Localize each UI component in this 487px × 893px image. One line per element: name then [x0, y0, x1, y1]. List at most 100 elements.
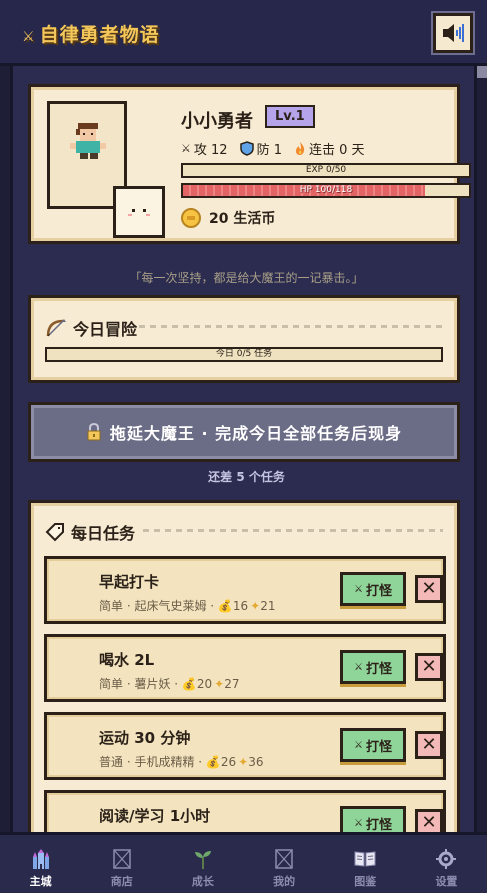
motto-quote: 「每一次坚持，都是给大魔王的一记暴击。」	[129, 271, 364, 285]
task-details: 简单 · 起床气史莱姆 · 💰16 ✦21	[99, 597, 275, 614]
fight-button[interactable]: ⚔ 打怪	[340, 806, 406, 832]
task-gold-reward: 16	[232, 599, 249, 613]
close-icon: ✕	[421, 812, 437, 832]
bow-icon	[46, 319, 66, 337]
coin-balance: 20 生活币	[181, 208, 275, 228]
level-badge: Lv.1	[265, 105, 315, 128]
task-meta: 普通 · 手机成精精 ·	[99, 755, 206, 769]
sword-icon: ⚔	[354, 817, 363, 829]
close-icon: ✕	[421, 734, 437, 755]
boss-label: 拖延大魔王 · 完成今日全部任务后现身	[109, 424, 403, 443]
speaker-icon	[443, 24, 464, 42]
close-icon: ✕	[421, 578, 437, 599]
streak-stat: 连击 0 天	[294, 139, 365, 158]
sword-icon: ⚔	[354, 583, 363, 595]
nav-item-shop[interactable]: 商店	[81, 835, 162, 893]
fight-button-label: 打怪	[365, 583, 392, 599]
fire-icon	[295, 142, 305, 155]
task-exp-reward: 36	[248, 755, 264, 769]
fight-button-label: 打怪	[365, 661, 392, 677]
task-item[interactable]: 喝水 2L 简单 · 薯片妖 · 💰20 ✦27 ⚔ 打怪 ✕	[44, 634, 446, 702]
nav-item-settings[interactable]: 设置	[406, 835, 487, 893]
boss-remaining-note: 还差 5 个任务	[208, 470, 285, 484]
delete-task-button[interactable]: ✕	[415, 809, 443, 832]
pet-slime-icon	[128, 209, 150, 216]
adventure-title: 今日冒险	[73, 320, 138, 339]
task-name: 早起打卡	[99, 573, 160, 591]
nav-label: 设置	[435, 875, 458, 888]
divider	[139, 325, 443, 328]
shield-icon	[239, 141, 254, 156]
gear-icon	[435, 849, 457, 869]
money-bag-icon: 💰	[205, 755, 221, 769]
sprout-icon	[192, 849, 214, 869]
daily-tasks-card: 每日任务 早起打卡 简单 · 起床气史莱姆 · 💰16 ✦21 ⚔ 打怪 ✕ 喝水 2L 简单…	[28, 500, 460, 832]
boss-locked-banner[interactable]: 拖延大魔王 · 完成今日全部任务后现身	[28, 402, 460, 462]
bottom-nav: 主城 商店 成长 我的 图鉴 设置	[0, 832, 487, 893]
pet-avatar[interactable]	[113, 186, 165, 238]
castle-icon	[30, 849, 52, 869]
fight-button[interactable]: ⚔ 打怪	[340, 572, 406, 606]
task-gold-reward: 20	[196, 677, 213, 691]
exp-bar-label: EXP 0/50	[305, 165, 347, 175]
shop-icon	[111, 849, 133, 869]
nav-label: 我的	[273, 875, 296, 888]
defense-stat: 防 1	[239, 139, 282, 158]
task-item[interactable]: 阅读/学习 1小时 ⚔ 打怪 ✕	[44, 790, 446, 832]
sword-icon: ⚔	[181, 142, 191, 155]
fight-button[interactable]: ⚔ 打怪	[340, 650, 406, 684]
book-icon	[354, 849, 376, 869]
hero-stats: ⚔ 攻 12 防 1 连击 0 天	[181, 139, 365, 158]
app-title: ⚔ 自律勇者物语	[22, 20, 160, 47]
task-name: 运动 30 分钟	[99, 729, 191, 747]
task-name: 阅读/学习 1小时	[99, 807, 211, 825]
tasks-title: 每日任务	[71, 524, 136, 543]
delete-task-button[interactable]: ✕	[415, 653, 443, 681]
sound-toggle-button[interactable]	[433, 13, 473, 53]
hp-bar-label: HP 100/118	[299, 185, 353, 195]
nav-label: 成长	[191, 875, 214, 888]
nav-item-profile[interactable]: 我的	[244, 835, 325, 893]
nav-label: 商店	[110, 875, 133, 888]
fight-button[interactable]: ⚔ 打怪	[340, 728, 406, 762]
sword-icon: ⚔	[22, 29, 36, 45]
daily-progress-label: 今日 0/5 任务	[215, 349, 273, 359]
hero-name: 小小勇者	[181, 111, 253, 132]
user-icon	[273, 849, 295, 869]
close-icon: ✕	[421, 656, 437, 677]
main-content[interactable]: 小小勇者 Lv.1 ⚔ 攻 12 防 1 连击 0 天 EXP 0/50 HP …	[10, 66, 477, 832]
app-title-text: 自律勇者物语	[39, 24, 160, 46]
nav-item-home[interactable]: 主城	[0, 835, 81, 893]
nav-label: 主城	[29, 875, 52, 888]
attack-stat: ⚔ 攻 12	[181, 139, 228, 158]
money-bag-icon: 💰	[217, 599, 233, 613]
defense-value: 防 1	[256, 143, 282, 158]
tag-icon	[45, 523, 64, 542]
streak-value: 连击 0 天	[308, 143, 365, 158]
task-meta: 简单 · 起床气史莱姆 ·	[99, 599, 218, 613]
hero-profile-card: 小小勇者 Lv.1 ⚔ 攻 12 防 1 连击 0 天 EXP 0/50 HP …	[28, 84, 471, 244]
exp-sparkle-icon: ✦	[238, 755, 249, 769]
sword-icon: ⚔	[354, 739, 363, 751]
task-details: 简单 · 薯片妖 · 💰20 ✦27	[99, 675, 239, 692]
delete-task-button[interactable]: ✕	[415, 731, 443, 759]
task-exp-reward: 21	[260, 599, 276, 613]
task-gold-reward: 26	[220, 755, 237, 769]
adventure-section-title: 今日冒险	[45, 316, 137, 340]
fight-button-label: 打怪	[365, 817, 392, 833]
app-header: ⚔ 自律勇者物语	[0, 0, 487, 66]
fight-button-label: 打怪	[365, 739, 392, 755]
task-item[interactable]: 早起打卡简单 · 起床气史莱姆 · 💰16 ✦21 ⚔ 打怪 ✕	[44, 556, 446, 624]
exp-sparkle-icon: ✦	[214, 677, 225, 691]
sword-icon: ⚔	[354, 661, 363, 673]
nav-item-growth[interactable]: 成长	[162, 835, 243, 893]
hp-bar: HP 100/118	[181, 183, 471, 198]
coin-value: 20 生活币	[209, 211, 276, 227]
lock-icon	[87, 423, 101, 441]
nav-item-codex[interactable]: 图鉴	[325, 835, 406, 893]
task-item[interactable]: 运动 30 分钟普通 · 手机成精精 · 💰26 ✦36 ⚔ 打怪 ✕	[44, 712, 446, 780]
attack-value: 攻 12	[193, 143, 228, 158]
delete-task-button[interactable]: ✕	[415, 575, 443, 603]
task-details: 普通 · 手机成精精 · 💰26 ✦36	[99, 753, 263, 770]
exp-sparkle-icon: ✦	[250, 599, 261, 613]
